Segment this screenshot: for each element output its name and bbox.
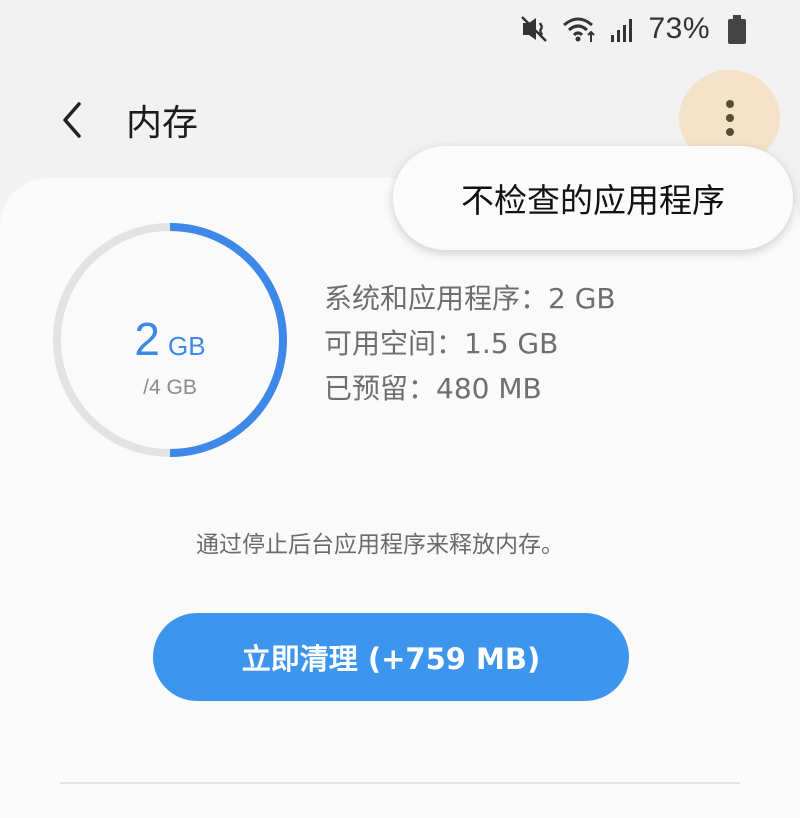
clean-now-button[interactable]: 立即清理 (+759 MB) (153, 613, 629, 701)
divider (60, 782, 740, 784)
status-bar: 73% (0, 0, 800, 56)
memory-stats: 系统和应用程序：2 GB 可用空间：1.5 GB 已预留：480 MB (324, 276, 616, 411)
more-vertical-icon (725, 97, 734, 139)
memory-total: /4 GB (143, 376, 197, 399)
memory-used-unit: GB (168, 331, 206, 361)
battery-icon (726, 14, 748, 50)
memory-used-value: 2 GB (50, 312, 290, 366)
back-button[interactable] (44, 92, 100, 148)
signal-icon (610, 15, 636, 43)
memory-used-number: 2 (134, 313, 160, 365)
battery-percent: 73% (648, 12, 710, 45)
page-title: 内存 (126, 103, 199, 144)
chevron-left-icon (63, 102, 81, 138)
menu-item-excluded-apps[interactable]: 不检查的应用程序 (461, 174, 725, 222)
mute-vibrate-icon (520, 14, 550, 44)
stat-system-apps: 系统和应用程序：2 GB (324, 282, 616, 315)
wifi-icon (562, 14, 598, 44)
stat-available: 可用空间：1.5 GB (324, 327, 559, 360)
hint-text: 通过停止后台应用程序来释放内存。 (196, 532, 564, 558)
popup-menu: 不检查的应用程序 (393, 146, 793, 250)
status-icons: 73% (520, 12, 710, 46)
stat-reserved: 已预留：480 MB (324, 372, 542, 405)
